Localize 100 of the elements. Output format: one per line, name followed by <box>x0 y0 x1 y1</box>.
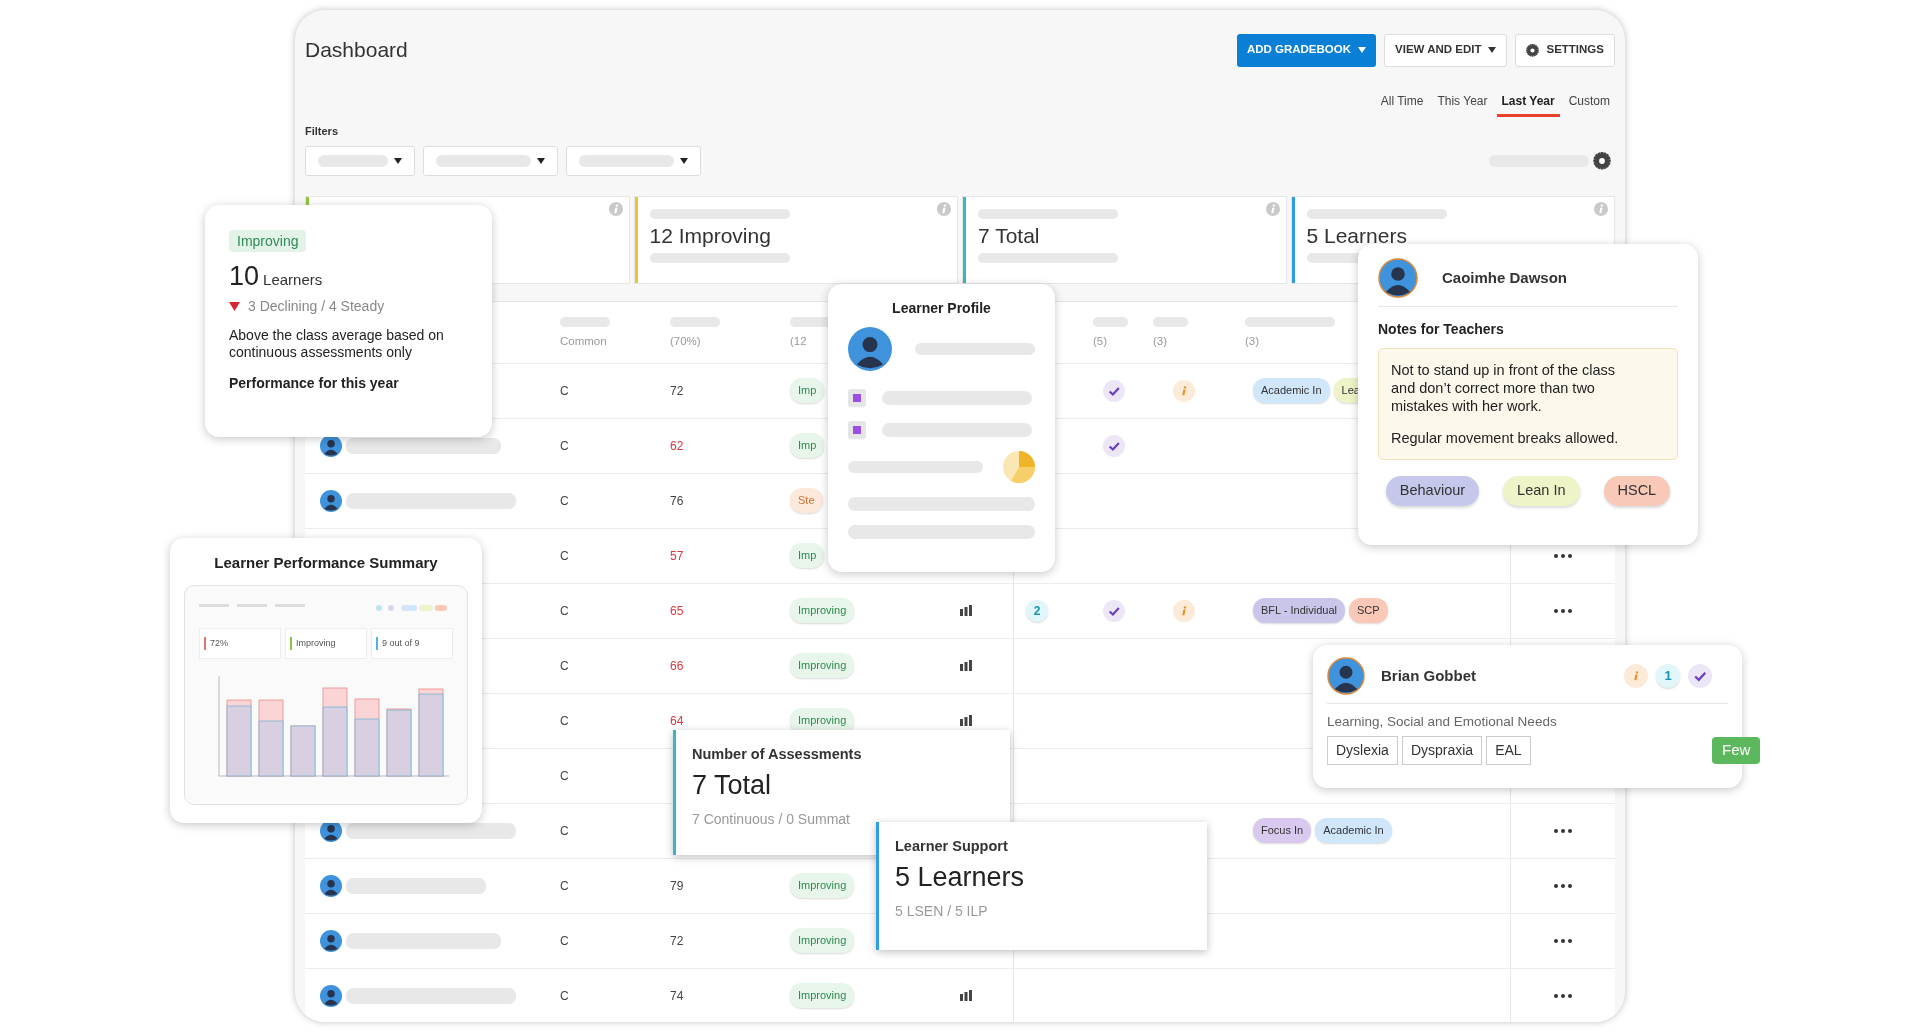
info-icon <box>937 201 951 216</box>
status-pill: Improving <box>790 873 855 898</box>
column-header: (3) <box>1153 334 1168 350</box>
score-cell-text: 66 <box>670 657 684 675</box>
count-unit: Learners <box>263 270 323 290</box>
status-pill: Improving <box>790 708 855 733</box>
note-text: Not to stand up in front of the class and don’t correct more than two mistakes with her work. <box>1391 361 1617 415</box>
grade-cell-text: C <box>560 382 569 400</box>
settings-button[interactable]: SETTINGS <box>1515 33 1615 67</box>
need-tag: EAL <box>1486 736 1531 766</box>
score-cell-text: 65 <box>670 602 684 620</box>
stat-value: 12 Improving <box>649 222 772 249</box>
section-title: Learning, Social and Emotional Needs <box>1327 713 1558 731</box>
column-header: (12 <box>790 334 807 350</box>
time-range-tab[interactable]: Last Year <box>1496 90 1560 117</box>
more-icon[interactable] <box>1554 883 1572 888</box>
status-badge: Improving <box>229 230 307 252</box>
caret-icon <box>1358 47 1366 53</box>
settings-icon[interactable] <box>1593 151 1611 170</box>
status-pill: Ste <box>790 488 823 513</box>
checkbox-icon <box>848 421 866 439</box>
avatar <box>1378 258 1418 298</box>
score-cell-text: 74 <box>670 987 684 1005</box>
grade-cell-text: C <box>560 932 569 950</box>
info-icon <box>608 201 623 216</box>
time-range-tab[interactable]: Custom <box>1563 90 1615 117</box>
bar-chart-icon[interactable] <box>960 990 972 1001</box>
tag-pill: Academic In <box>1253 378 1330 403</box>
stat-value: 9 out of 9 <box>382 636 420 650</box>
checkbox-icon <box>848 389 866 407</box>
filters-label: Filters <box>305 124 339 139</box>
tag-pill: Focus In <box>1253 818 1312 843</box>
view-and-edit-button[interactable]: VIEW AND EDIT <box>1384 33 1508 67</box>
caret-icon <box>394 157 402 164</box>
status-pill: Improving <box>790 653 855 678</box>
kpi-detail: 5 LSEN / 5 ILP <box>895 901 989 921</box>
tag-pill: HSCL <box>1603 476 1671 506</box>
kpi-detail: 7 Continuous / 0 Summat <box>692 809 851 829</box>
column-header: (70%) <box>670 334 701 350</box>
stat-value: 7 Total <box>978 222 1041 249</box>
count-badge: 2 <box>1026 599 1048 622</box>
status-pill: Improving <box>790 983 855 1008</box>
chart-bar <box>258 720 284 777</box>
tag-pill: Academic In <box>1315 818 1392 843</box>
grade-cell-text: C <box>560 437 569 455</box>
stat-value: Improving <box>296 636 336 650</box>
grade-cell-text: C <box>560 712 569 730</box>
check-icon <box>1688 664 1712 688</box>
bar-chart-icon[interactable] <box>960 660 972 671</box>
kpi-value: 5 Learners <box>895 861 1025 892</box>
more-icon[interactable] <box>1554 938 1572 943</box>
need-tag: Dyslexia <box>1327 736 1398 766</box>
need-tag: Dyspraxia <box>1401 736 1483 766</box>
grade-cell-text: C <box>560 987 569 1005</box>
column-header: (5) <box>1093 334 1108 350</box>
chart-bar <box>386 709 412 777</box>
page-title: Dashboard <box>305 37 408 63</box>
add-gradebook-button[interactable]: ADD GRADEBOOK <box>1236 33 1376 67</box>
description-text: Above the class average based on continuous assessments only <box>229 326 445 361</box>
time-range-tab[interactable]: All Time <box>1375 90 1429 117</box>
column-header: Common <box>560 334 607 350</box>
caret-icon <box>537 157 545 164</box>
more-icon[interactable] <box>1554 828 1572 833</box>
avatar <box>848 327 892 371</box>
down-triangle-icon <box>229 301 240 311</box>
pie-chart-icon <box>1003 451 1035 483</box>
more-icon[interactable] <box>1554 993 1572 998</box>
caret-icon <box>680 157 688 164</box>
footer-text: Performance for this year <box>229 373 400 393</box>
grade-cell-text: C <box>560 657 569 675</box>
card-title: Learner Support <box>895 837 1009 856</box>
card-title: Learner Profile <box>891 299 992 318</box>
bar-chart-icon[interactable] <box>960 715 972 726</box>
section-title: Notes for Teachers <box>1378 320 1505 339</box>
time-range-tab[interactable]: This Year <box>1432 90 1493 117</box>
more-icon[interactable] <box>1554 608 1572 613</box>
score-cell-text: 79 <box>670 877 684 895</box>
score-cell-text: 72 <box>670 932 684 950</box>
learner-name: Brian Gobbet <box>1381 665 1476 686</box>
grade-cell-text: C <box>560 492 569 510</box>
bar-chart-icon[interactable] <box>960 605 972 616</box>
tag-pill: SCP <box>1349 598 1388 623</box>
trend-text: 3 Declining / 4 Steady <box>248 296 385 316</box>
tag-pill: BFL - Individual <box>1253 598 1346 623</box>
score-cell-text: 64 <box>670 712 684 730</box>
score-cell-text: 57 <box>670 547 684 565</box>
grade-cell-text: C <box>560 767 569 785</box>
note-text: Regular movement breaks allowed. <box>1391 429 1620 447</box>
grade-cell-text: C <box>560 547 569 565</box>
grade-cell-text: C <box>560 602 569 620</box>
status-pill: Imp <box>790 433 825 458</box>
chart-bar <box>322 706 348 777</box>
stat-value: 5 Learners <box>1306 222 1408 249</box>
status-pill: Improving <box>790 598 855 623</box>
count-badge: 1 <box>1656 664 1680 688</box>
column-header: (3) <box>1245 334 1260 350</box>
caret-icon <box>1488 47 1497 53</box>
more-icon[interactable] <box>1554 553 1572 558</box>
score-cell-text: 62 <box>670 437 684 455</box>
status-pill: Imp <box>790 378 825 403</box>
